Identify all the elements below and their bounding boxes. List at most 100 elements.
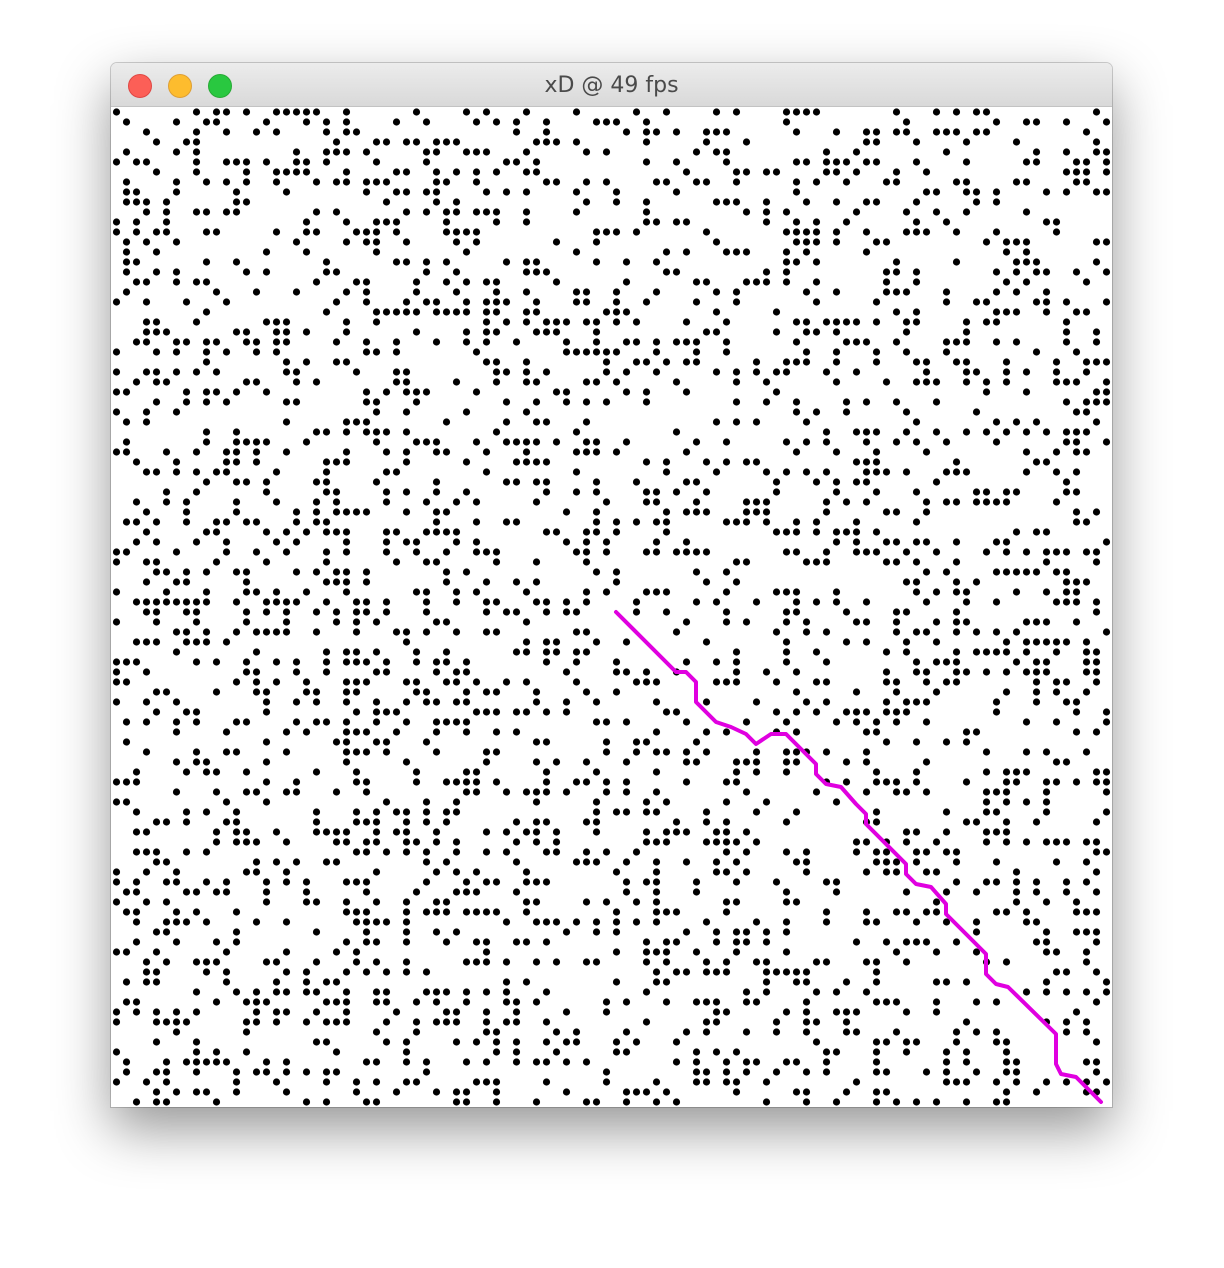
obstacle-dot	[872, 318, 881, 326]
obstacle-dot	[122, 248, 131, 256]
obstacle-dot	[952, 878, 961, 886]
obstacle-dot	[432, 298, 441, 306]
obstacle-dot	[752, 808, 761, 816]
obstacle-dot	[532, 168, 541, 176]
obstacle-dot	[512, 728, 521, 736]
obstacle-dot	[342, 688, 351, 696]
obstacle-dot	[182, 518, 191, 526]
obstacle-dot	[182, 768, 191, 776]
obstacle-dot	[472, 228, 481, 236]
obstacle-dots	[112, 108, 1111, 1106]
obstacle-dot	[532, 738, 541, 746]
obstacle-dot	[782, 208, 791, 216]
obstacle-dot	[892, 608, 901, 616]
obstacle-dot	[602, 898, 611, 906]
obstacle-dot	[202, 348, 211, 356]
obstacle-dot	[932, 618, 941, 626]
obstacle-dot	[872, 1038, 881, 1046]
obstacle-dot	[142, 278, 151, 286]
obstacle-dot	[172, 878, 181, 886]
obstacle-dot	[652, 948, 661, 956]
obstacle-dot	[712, 858, 721, 866]
obstacle-dot	[482, 338, 491, 346]
obstacle-dot	[332, 268, 341, 276]
obstacle-dot	[682, 168, 691, 176]
obstacle-dot	[652, 918, 661, 926]
obstacle-dot	[402, 388, 411, 396]
obstacle-dot	[252, 788, 261, 796]
obstacle-dot	[292, 168, 301, 176]
obstacle-dot	[952, 258, 961, 266]
obstacle-dot	[612, 198, 621, 206]
obstacle-dot	[182, 608, 191, 616]
obstacle-dot	[162, 328, 171, 336]
obstacle-dot	[382, 608, 391, 616]
obstacle-dot	[722, 908, 731, 916]
obstacle-dot	[812, 328, 821, 336]
obstacle-dot	[362, 388, 371, 396]
obstacle-dot	[582, 438, 591, 446]
obstacle-dot	[1042, 298, 1051, 306]
obstacle-dot	[852, 478, 861, 486]
obstacle-dot	[132, 848, 141, 856]
obstacle-dot	[482, 988, 491, 996]
obstacle-dot	[1062, 148, 1071, 156]
obstacle-dot	[242, 1048, 251, 1056]
obstacle-dot	[232, 208, 241, 216]
obstacle-dot	[162, 198, 171, 206]
obstacle-dot	[422, 818, 431, 826]
obstacle-dot	[1012, 268, 1021, 276]
obstacle-dot	[832, 348, 841, 356]
obstacle-dot	[702, 998, 711, 1006]
obstacle-dot	[812, 708, 821, 716]
obstacle-dot	[792, 408, 801, 416]
obstacle-dot	[112, 558, 121, 566]
obstacle-dot	[422, 588, 431, 596]
obstacle-dot	[242, 198, 251, 206]
obstacle-dot	[432, 188, 441, 196]
obstacle-dot	[192, 908, 201, 916]
obstacle-dot	[602, 748, 611, 756]
obstacle-dot	[922, 698, 931, 706]
obstacle-dot	[372, 428, 381, 436]
obstacle-dot	[762, 168, 771, 176]
obstacle-dot	[662, 798, 671, 806]
obstacle-dot	[1022, 718, 1031, 726]
obstacle-dot	[452, 288, 461, 296]
obstacle-dot	[832, 538, 841, 546]
obstacle-dot	[972, 728, 981, 736]
obstacle-dot	[172, 628, 181, 636]
obstacle-dot	[492, 218, 501, 226]
obstacle-dot	[1022, 368, 1031, 376]
obstacle-dot	[1072, 728, 1081, 736]
obstacle-dot	[472, 238, 481, 246]
obstacle-dot	[222, 888, 231, 896]
obstacle-dot	[652, 288, 661, 296]
obstacle-dot	[902, 428, 911, 436]
obstacle-dot	[202, 278, 211, 286]
obstacle-dot	[662, 948, 671, 956]
obstacle-dot	[322, 308, 331, 316]
obstacle-dot	[762, 468, 771, 476]
obstacle-dot	[742, 828, 751, 836]
obstacle-dot	[412, 438, 421, 446]
obstacle-dot	[572, 1038, 581, 1046]
obstacle-dot	[222, 638, 231, 646]
obstacle-dot	[532, 698, 541, 706]
obstacle-dot	[1062, 1018, 1071, 1026]
obstacle-dot	[812, 598, 821, 606]
obstacle-dot	[742, 998, 751, 1006]
obstacle-dot	[742, 558, 751, 566]
pathfinding-canvas[interactable]	[111, 107, 1112, 1107]
title-bar[interactable]: xD @ 49 fps	[111, 63, 1112, 107]
obstacle-dot	[342, 748, 351, 756]
obstacle-dot	[162, 568, 171, 576]
obstacle-dot	[692, 738, 701, 746]
obstacle-dot	[362, 338, 371, 346]
obstacle-dot	[312, 808, 321, 816]
obstacle-dot	[392, 828, 401, 836]
obstacle-dot	[412, 998, 421, 1006]
obstacle-dot	[512, 608, 521, 616]
obstacle-dot	[892, 438, 901, 446]
obstacle-dot	[322, 128, 331, 136]
